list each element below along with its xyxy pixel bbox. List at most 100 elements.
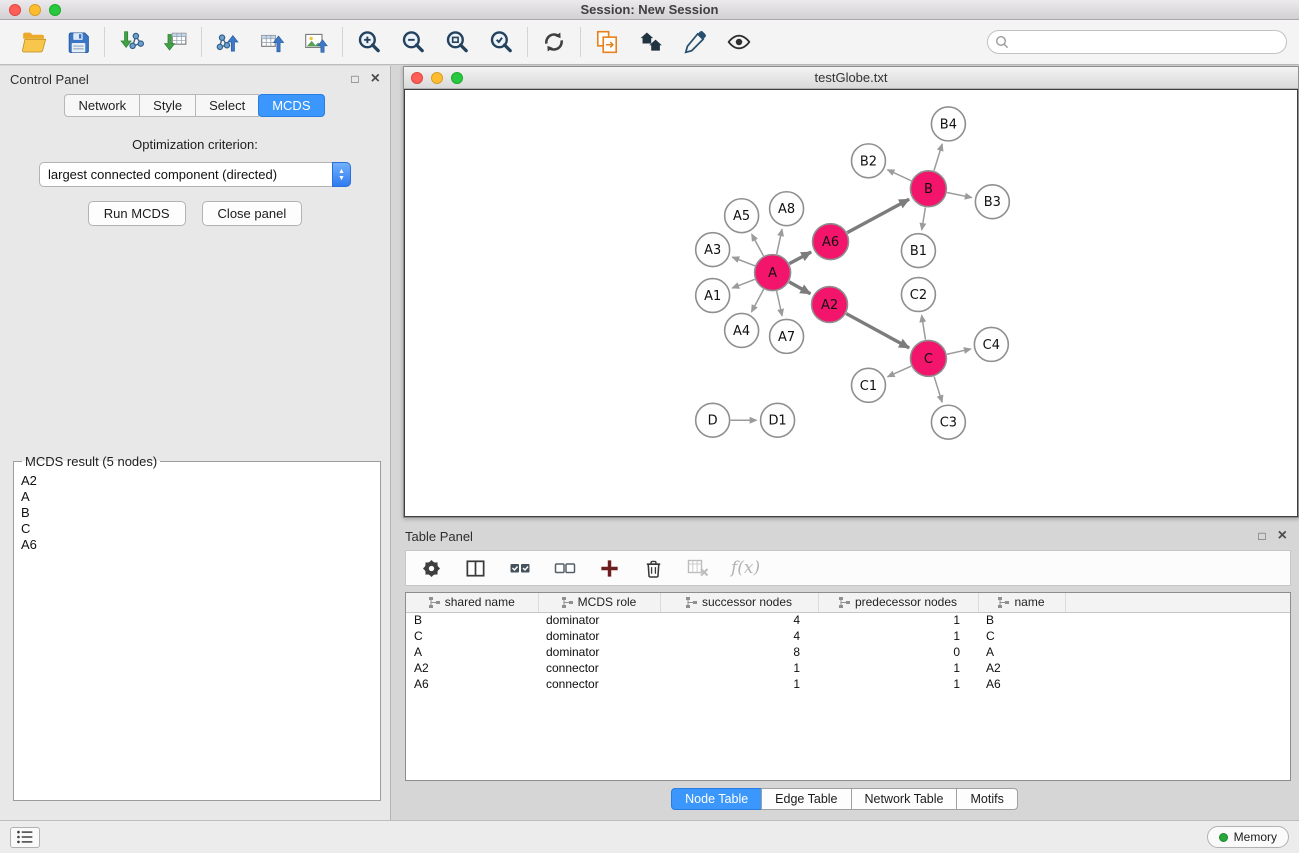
tab-select[interactable]: Select	[195, 94, 259, 117]
zoom-in-button[interactable]	[355, 28, 383, 56]
minimize-window-button[interactable]	[29, 4, 41, 16]
table-panel: Table Panel □ ×	[391, 523, 1299, 820]
graph-edge-A-A7[interactable]	[777, 291, 782, 316]
zoom-window-button[interactable]	[49, 4, 61, 16]
zoom-network-window-button[interactable]	[451, 72, 463, 84]
close-window-button[interactable]	[9, 4, 21, 16]
import-table-icon	[162, 29, 188, 55]
close-network-window-button[interactable]	[411, 72, 423, 84]
dropdown-stepper-icon: ▲▼	[332, 162, 351, 187]
graph-edge-B-B4[interactable]	[934, 144, 942, 171]
network-window-title: testGlobe.txt	[404, 70, 1298, 85]
search-input[interactable]	[987, 30, 1287, 54]
graph-edge-A-A1[interactable]	[732, 279, 755, 288]
graph-edge-A-A3[interactable]	[732, 257, 755, 266]
export-table-button[interactable]	[258, 28, 286, 56]
tab-mcds[interactable]: MCDS	[258, 94, 324, 117]
column-header[interactable]: successor nodes	[660, 593, 818, 612]
graph-node-label-A5: A5	[733, 209, 750, 224]
graph-edge-A-A4[interactable]	[752, 289, 764, 312]
float-table-panel-button[interactable]: □	[1258, 530, 1265, 542]
graph-edge-B-B2[interactable]	[887, 170, 911, 181]
task-history-button[interactable]	[10, 827, 40, 848]
zoom-out-button[interactable]	[399, 28, 427, 56]
network-view-window: testGlobe.txt B4B2BB3A8A5A6A3B1AC2A1A2A4…	[403, 66, 1299, 518]
column-header[interactable]: predecessor nodes	[818, 593, 978, 612]
import-network-button[interactable]	[117, 28, 145, 56]
select-all-button[interactable]	[508, 556, 532, 580]
show-columns-button[interactable]	[464, 557, 487, 580]
graph-edge-A2-C[interactable]	[846, 314, 909, 348]
table-row[interactable]: Adominator80A	[406, 644, 1290, 660]
run-mcds-button[interactable]: Run MCDS	[88, 201, 186, 226]
unchecked-boxes-icon	[553, 556, 577, 580]
open-session-button[interactable]	[20, 28, 48, 56]
tab-motifs[interactable]: Motifs	[956, 788, 1017, 810]
tab-edge-table[interactable]: Edge Table	[761, 788, 851, 810]
zoom-fit-button[interactable]	[443, 28, 471, 56]
graph-edge-A-A6[interactable]	[789, 252, 811, 264]
annotation-button[interactable]	[681, 28, 709, 56]
delete-table-button-disabled[interactable]	[686, 556, 710, 580]
attribute-icon	[998, 597, 1009, 608]
graph-edge-A-A2[interactable]	[789, 282, 810, 294]
minimize-network-window-button[interactable]	[431, 72, 443, 84]
close-panel-button-mcds[interactable]: Close panel	[202, 201, 303, 226]
close-table-panel-button[interactable]: ×	[1278, 529, 1287, 543]
network-canvas[interactable]: B4B2BB3A8A5A6A3B1AC2A1A2A4A7C4CC1DD1C3	[404, 89, 1298, 517]
graph-edge-B-B1[interactable]	[922, 207, 926, 229]
graph-node-label-C2: C2	[910, 288, 927, 303]
graph-edge-C-C3[interactable]	[934, 376, 942, 402]
result-item[interactable]: A6	[21, 537, 373, 553]
refresh-button[interactable]	[540, 28, 568, 56]
table-row[interactable]: A2connector11A2	[406, 660, 1290, 676]
graph-edge-A6-B[interactable]	[847, 199, 909, 232]
import-table-button[interactable]	[161, 28, 189, 56]
optimization-criterion-dropdown[interactable]: largest connected component (directed) ▲…	[39, 162, 351, 187]
graph-edge-A-A5[interactable]	[752, 234, 764, 256]
table-row[interactable]: Bdominator41B	[406, 612, 1290, 628]
graph-node-label-C4: C4	[983, 338, 1000, 353]
dropdown-selected-value: largest connected component (directed)	[40, 167, 332, 182]
tab-style[interactable]: Style	[139, 94, 196, 117]
graph-node-label-D: D	[708, 414, 718, 429]
result-item[interactable]: C	[21, 521, 373, 537]
result-item[interactable]: A	[21, 489, 373, 505]
delete-column-button[interactable]	[642, 557, 665, 580]
float-panel-button[interactable]: □	[351, 73, 358, 85]
desktop-area: testGlobe.txt B4B2BB3A8A5A6A3B1AC2A1A2A4…	[391, 66, 1299, 820]
result-item[interactable]: A2	[21, 473, 373, 489]
attribute-icon	[429, 597, 440, 608]
graph-edge-C-C1[interactable]	[888, 366, 911, 377]
graph-edge-C-C4[interactable]	[947, 349, 971, 354]
show-hide-button[interactable]	[725, 28, 753, 56]
table-row[interactable]: Cdominator41C	[406, 628, 1290, 644]
result-item[interactable]: B	[21, 505, 373, 521]
table-settings-button[interactable]	[420, 557, 443, 580]
home-button[interactable]	[637, 28, 665, 56]
open-panel-button[interactable]	[593, 28, 621, 56]
close-panel-button[interactable]: ×	[371, 72, 380, 86]
export-network-button[interactable]	[214, 28, 242, 56]
column-header[interactable]: MCDS role	[538, 593, 660, 612]
graph-edge-B-B3[interactable]	[947, 193, 972, 198]
deselect-all-button[interactable]	[553, 556, 577, 580]
control-panel-tabs: Network Style Select MCDS	[0, 94, 390, 117]
network-graph[interactable]: B4B2BB3A8A5A6A3B1AC2A1A2A4A7C4CC1DD1C3	[405, 90, 1297, 516]
node-table-body: Bdominator41BCdominator41CAdominator80AA…	[406, 612, 1290, 692]
memory-button[interactable]: Memory	[1207, 826, 1289, 848]
table-row[interactable]: A6connector11A6	[406, 676, 1290, 692]
export-image-button[interactable]	[302, 28, 330, 56]
graph-edge-C-C2[interactable]	[922, 315, 926, 339]
zoom-selected-button[interactable]	[487, 28, 515, 56]
column-header[interactable]: name	[978, 593, 1065, 612]
column-header[interactable]: shared name	[406, 593, 538, 612]
tab-node-table[interactable]: Node Table	[671, 788, 762, 810]
function-builder-button[interactable]: f(x)	[731, 558, 760, 578]
export-image-icon	[303, 29, 329, 55]
create-column-button[interactable]	[598, 557, 621, 580]
graph-edge-A-A8[interactable]	[777, 229, 782, 254]
tab-network[interactable]: Network	[64, 94, 140, 117]
tab-network-table[interactable]: Network Table	[851, 788, 958, 810]
save-session-button[interactable]	[64, 28, 92, 56]
